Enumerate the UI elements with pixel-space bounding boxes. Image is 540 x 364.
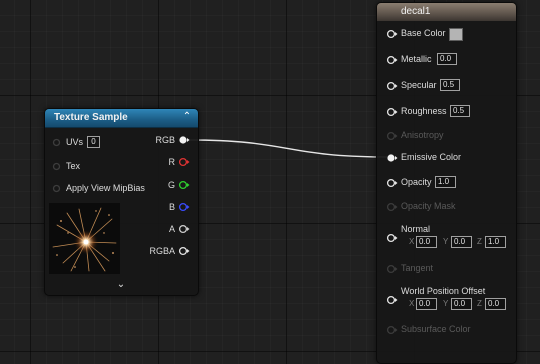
r-output-label: R [168,157,176,167]
opacity-mask-pin [386,202,398,212]
normal-x-label: X [409,237,415,246]
roughness-label: Roughness [401,106,447,116]
texture-sample-node[interactable]: Texture Sample ⌃ UVs 0 Tex Apply View Mi… [44,108,199,296]
rgb-output-label: RGB [155,135,175,145]
base-color-pin[interactable] [386,29,398,39]
subsurface-color-pin [386,325,398,335]
rgb-output-pin[interactable] [178,135,190,145]
collapse-arrow-icon[interactable]: ⌃ [182,111,192,123]
opacity-pin[interactable] [386,178,398,188]
rgba-output-label: RGBA [149,246,175,256]
metallic-label: Metallic [401,54,432,64]
material-node-header[interactable]: decal1 [377,3,516,21]
emissive-color-pin[interactable] [386,153,398,163]
normal-label: Normal [401,224,431,234]
uvs-input-pin[interactable] [52,138,61,147]
anisotropy-pin [386,131,398,141]
b-output-pin[interactable] [178,202,190,212]
node-title: Texture Sample [54,112,128,123]
opacity-mask-label: Opacity Mask [401,201,456,211]
normal-y-label: Y [443,237,449,246]
emissive-color-label: Emissive Color [401,152,462,162]
tangent-pin [386,264,398,274]
material-result-node[interactable]: decal1 Base Color Metallic 0.0 Specular … [376,2,517,364]
r-output-pin[interactable] [178,157,190,167]
base-color-label: Base Color [401,28,446,38]
world-position-offset-pin[interactable] [386,295,398,305]
normal-z-field[interactable]: 1.0 [485,236,506,248]
texture-preview-thumbnail [49,203,120,274]
metallic-value-field[interactable]: 0.0 [437,53,457,65]
uvs-label: UVs [66,137,84,147]
normal-y-field[interactable]: 0.0 [451,236,472,248]
specular-label: Specular [401,80,437,90]
tex-label: Tex [66,161,81,171]
expand-arrow-icon[interactable]: ⌄ [114,279,128,291]
world-position-offset-label: World Position Offset [401,286,486,296]
b-output-label: B [168,202,175,212]
mipbias-input-pin[interactable] [52,184,61,193]
subsurface-color-label: Subsurface Color [401,324,471,334]
wpo-x-label: X [409,299,415,308]
g-output-pin[interactable] [178,180,190,190]
normal-z-label: Z [477,237,482,246]
texture-sample-header[interactable]: Texture Sample ⌃ [45,109,198,128]
mipbias-label: Apply View MipBias [66,183,145,193]
a-output-label: A [168,224,175,234]
opacity-label: Opacity [401,177,432,187]
wpo-z-field[interactable]: 0.0 [485,298,506,310]
wpo-z-label: Z [477,299,482,308]
specular-pin[interactable] [386,81,398,91]
specular-value-field[interactable]: 0.5 [440,79,460,91]
metallic-pin[interactable] [386,55,398,65]
normal-pin[interactable] [386,233,398,243]
roughness-pin[interactable] [386,107,398,117]
wpo-y-label: Y [443,299,449,308]
tex-input-pin[interactable] [52,162,61,171]
base-color-swatch[interactable] [449,28,463,41]
node-title: decal1 [401,6,431,17]
wpo-y-field[interactable]: 0.0 [451,298,472,310]
uvs-value-field[interactable]: 0 [87,136,100,148]
normal-x-field[interactable]: 0.0 [416,236,437,248]
anisotropy-label: Anisotropy [401,130,444,140]
roughness-value-field[interactable]: 0.5 [450,105,470,117]
wpo-x-field[interactable]: 0.0 [416,298,437,310]
tangent-label: Tangent [401,263,434,273]
rgba-output-pin[interactable] [178,246,190,256]
g-output-label: G [167,180,175,190]
a-output-pin[interactable] [178,224,190,234]
opacity-value-field[interactable]: 1.0 [435,176,456,188]
